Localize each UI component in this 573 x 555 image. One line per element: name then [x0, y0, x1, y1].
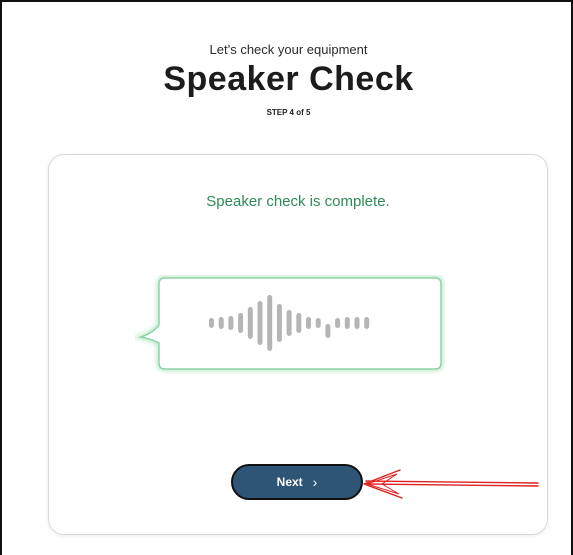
sound-wave-bar — [209, 318, 214, 328]
speaker-check-card: Speaker check is complete. Next › — [48, 154, 548, 535]
sound-wave-bar — [306, 317, 311, 329]
sound-wave-bar — [335, 318, 341, 328]
sound-wave-bar — [257, 301, 263, 345]
speech-bubble — [135, 275, 444, 372]
sound-wave-bar — [267, 295, 273, 351]
sound-wave-bar — [218, 317, 224, 329]
sound-wave-bar — [325, 324, 331, 338]
sound-wave-bar — [354, 317, 360, 329]
next-button[interactable]: Next › — [231, 464, 363, 500]
page-subtitle: Let’s check your equipment — [209, 42, 368, 57]
sound-wave-bar — [344, 317, 350, 329]
sound-wave-bar — [296, 313, 302, 333]
next-button-label: Next — [276, 475, 303, 489]
sound-wave-bar — [315, 318, 321, 328]
chevron-right-icon: › — [312, 474, 318, 490]
step-indicator: STEP 4 of 5 — [266, 108, 311, 117]
screen: Let’s check your equipment Speaker Check… — [0, 0, 573, 555]
status-message: Speaker check is complete. — [206, 193, 390, 210]
sound-wave-bar — [238, 313, 244, 333]
sound-wave-bar — [364, 317, 370, 329]
page-title: Speaker Check — [163, 60, 414, 98]
sound-wave-bar — [247, 307, 253, 339]
sound-wave-bar — [276, 304, 282, 342]
sound-wave-bar — [286, 310, 292, 336]
sound-wave-bar — [228, 316, 234, 330]
